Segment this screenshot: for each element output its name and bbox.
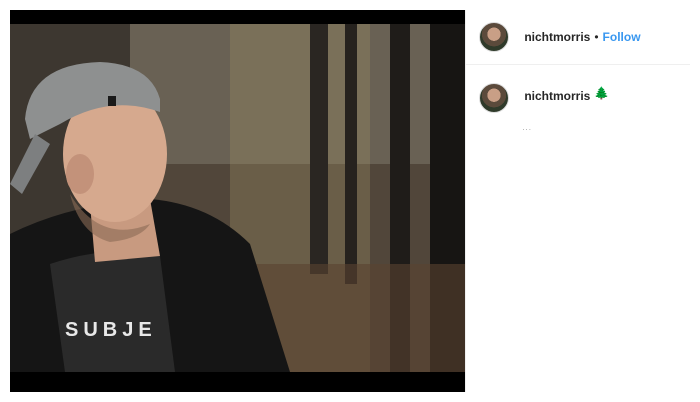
shirt-print-text: SUBJE bbox=[65, 319, 157, 341]
caption-username[interactable]: nichtmorris bbox=[524, 89, 590, 103]
caption-text: ... bbox=[522, 123, 532, 132]
instagram-post: SUBJE nichtmorris • Follow nichtmorris 🌲… bbox=[10, 10, 690, 392]
portrait-photo-illustration: SUBJE bbox=[10, 24, 466, 372]
evergreen-tree-icon: 🌲 bbox=[594, 86, 610, 100]
post-header: nichtmorris • Follow bbox=[466, 10, 690, 65]
post-sidebar: nichtmorris • Follow nichtmorris 🌲 ... bbox=[465, 10, 690, 392]
header-separator: • bbox=[594, 30, 599, 44]
avatar[interactable] bbox=[479, 22, 510, 52]
post-photo: SUBJE bbox=[10, 24, 466, 372]
follow-button[interactable]: Follow bbox=[603, 30, 641, 44]
header-username[interactable]: nichtmorris bbox=[524, 30, 590, 44]
caption: nichtmorris 🌲 bbox=[466, 65, 690, 113]
post-media[interactable]: SUBJE bbox=[10, 10, 466, 392]
caption-avatar[interactable] bbox=[479, 83, 510, 113]
